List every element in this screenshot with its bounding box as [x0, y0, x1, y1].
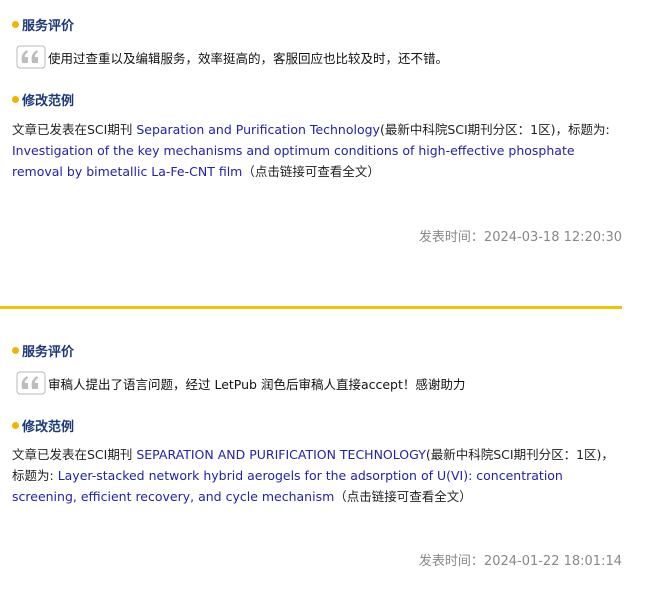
review-heading: 服务评价 — [12, 14, 74, 34]
example-heading-label: 修改范例 — [22, 419, 75, 435]
review-heading-label: 服务评价 — [22, 344, 75, 360]
article-title-link[interactable]: Layer-stacked network hybrid aerogels fo… — [12, 468, 563, 504]
bullet-dot-icon — [12, 20, 19, 28]
example-suffix: （点击链接可查看全文） — [242, 164, 380, 179]
example-prefix: 文章已发表在SCI期刊 — [12, 447, 137, 462]
example-heading-label: 修改范例 — [22, 93, 75, 109]
journal-link[interactable]: SEPARATION AND PURIFICATION TECHNOLOGY — [136, 447, 426, 462]
example-suffix: （点击链接可查看全文） — [334, 489, 472, 504]
bullet-dot-icon — [12, 95, 19, 103]
bullet-dot-icon — [12, 346, 19, 354]
publish-time: 发表时间：2024-03-18 12:20:30 — [418, 230, 622, 245]
publish-time: 发表时间：2024-01-22 18:01:14 — [418, 554, 622, 569]
quote-icon — [16, 371, 46, 395]
review-row: 使用过查重以及编辑服务，效率挺高的，客服回应也比较及时，还不错。 — [16, 44, 448, 70]
example-prefix: 文章已发表在SCI期刊 — [12, 122, 137, 137]
quote-icon — [16, 45, 46, 69]
example-paragraph: 文章已发表在SCI期刊 Separation and Purification … — [12, 119, 624, 182]
example-heading: 修改范例 — [12, 415, 74, 435]
journal-link[interactable]: Separation and Purification Technology — [136, 122, 380, 137]
review-entry-1: 服务评价 使用过查重以及编辑服务，效率挺高的，客服回应也比较及时，还不错。 修改… — [0, 0, 622, 300]
review-heading-label: 服务评价 — [22, 18, 75, 34]
example-paragraph: 文章已发表在SCI期刊 SEPARATION AND PURIFICATION … — [12, 444, 624, 507]
review-text: 使用过查重以及编辑服务，效率挺高的，客服回应也比较及时，还不错。 — [48, 50, 449, 66]
review-entry-2: 服务评价 审稿人提出了语言问题，经过 LetPub 润色后审稿人直接accept… — [0, 327, 622, 602]
entry-separator — [0, 306, 622, 309]
review-heading: 服务评价 — [12, 340, 74, 360]
example-mid: (最新中科院SCI期刊分区：1区)，标题为: — [379, 122, 610, 137]
review-row: 审稿人提出了语言问题，经过 LetPub 润色后审稿人直接accept！感谢助力 — [16, 370, 465, 396]
bullet-dot-icon — [12, 421, 19, 429]
review-text: 审稿人提出了语言问题，经过 LetPub 润色后审稿人直接accept！感谢助力 — [48, 376, 466, 392]
example-heading: 修改范例 — [12, 89, 74, 109]
